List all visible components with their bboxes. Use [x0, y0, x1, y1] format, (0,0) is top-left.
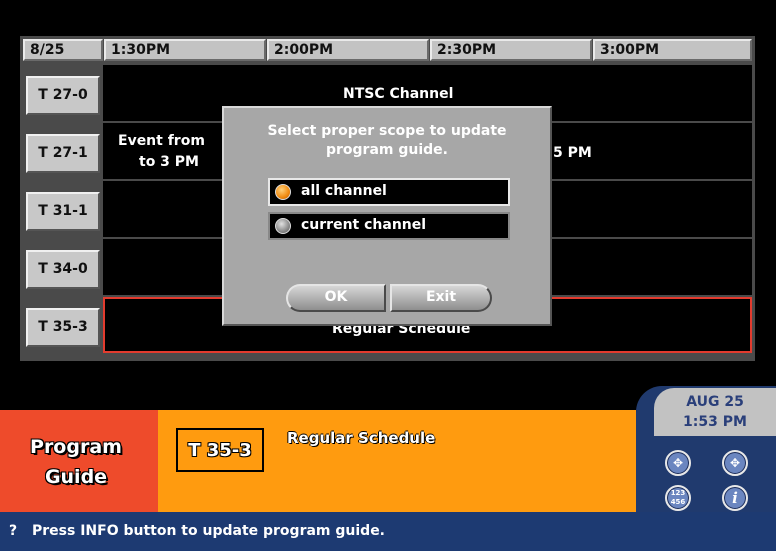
info-icon[interactable]: i [722, 485, 748, 511]
header-time-3: 2:30PM [430, 39, 592, 61]
ok-button[interactable]: OK [286, 284, 386, 312]
event-title[interactable]: 5 PM [553, 145, 592, 161]
status-text: Press INFO button to update program guid… [32, 523, 386, 539]
radio-selected-icon[interactable] [275, 184, 291, 200]
current-channel-label: T 35-3 [188, 440, 252, 461]
dialog-message: Select proper scope to update program gu… [267, 123, 507, 158]
status-bar: ? Press INFO button to update program gu… [0, 512, 776, 551]
option-all-channel[interactable]: all channel [268, 178, 510, 206]
banner-title: Program Guide [30, 436, 122, 488]
header-time-4: 3:00PM [593, 39, 752, 61]
header-time-1: 1:30PM [104, 39, 266, 61]
update-scope-dialog: Select proper scope to update program gu… [222, 106, 552, 326]
option-label: current channel [301, 217, 427, 233]
banner-title-panel: Program Guide [0, 410, 158, 512]
channel-button[interactable]: T 35-3 [26, 308, 100, 347]
option-current-channel[interactable]: current channel [268, 212, 510, 240]
clock-date: AUG 25 [686, 394, 744, 410]
numpad-icon[interactable]: 123 456 [665, 485, 691, 511]
channel-button[interactable]: T 27-1 [26, 134, 100, 173]
channel-button[interactable]: T 34-0 [26, 250, 100, 289]
header-time-2: 2:00PM [267, 39, 429, 61]
current-program-title: Regular Schedule [287, 429, 436, 447]
help-icon: ? [9, 523, 18, 539]
arrows-expand-icon[interactable]: ✥ [722, 450, 748, 476]
channel-button[interactable]: T 31-1 [26, 192, 100, 231]
clock-time: 1:53 PM [683, 414, 747, 430]
event-title[interactable]: NTSC Channel [343, 86, 453, 102]
event-title[interactable]: to 3 PM [139, 154, 199, 170]
event-title[interactable]: Event from [118, 133, 205, 149]
header-date: 8/25 [23, 39, 103, 61]
clock-panel: AUG 25 1:53 PM [654, 388, 776, 436]
exit-button[interactable]: Exit [390, 284, 492, 312]
arrows-move-icon[interactable]: ✥ [665, 450, 691, 476]
now-playing-panel: T 35-3 Regular Schedule [158, 410, 636, 512]
radio-unselected-icon[interactable] [275, 218, 291, 234]
option-label: all channel [301, 183, 387, 199]
channel-button[interactable]: T 27-0 [26, 76, 100, 115]
current-channel-box: T 35-3 [176, 428, 264, 472]
